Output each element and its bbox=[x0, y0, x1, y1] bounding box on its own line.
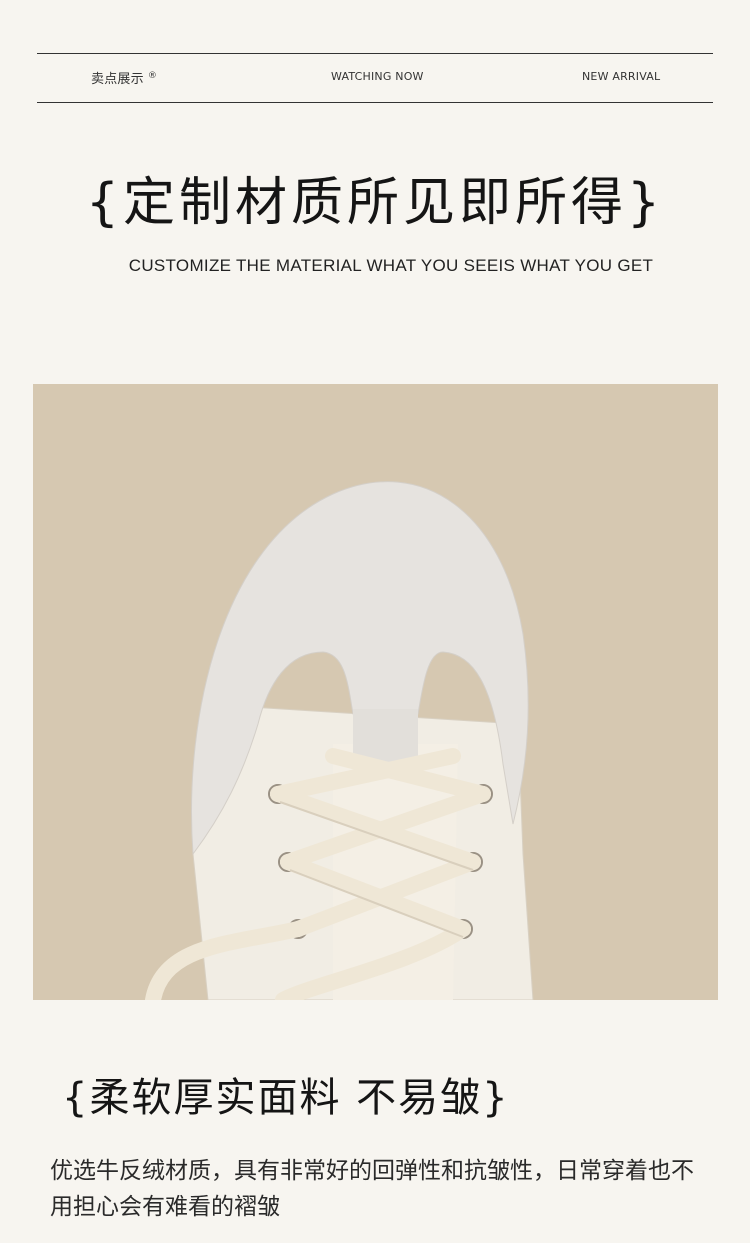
nav-item-selling-points[interactable]: 卖点展示 ® bbox=[91, 68, 157, 87]
product-photo bbox=[33, 384, 718, 1000]
top-rule bbox=[37, 53, 713, 54]
page-title: {定制材质所见即所得} bbox=[85, 173, 665, 233]
page-subtitle: CUSTOMIZE THE MATERIAL WHAT YOU SEEIS WH… bbox=[128, 256, 654, 275]
nav-item-selling-points-label: 卖点展示 bbox=[91, 72, 144, 87]
section-description: 优选牛反绒材质，具有非常好的回弹性和抗皱性，日常穿着也不用担心会有难看的褶皱 bbox=[50, 1158, 694, 1220]
section-title: {柔软厚实面料 不易皱} bbox=[62, 1075, 510, 1121]
nav-item-new-arrival[interactable]: NEW ARRIVAL bbox=[582, 70, 660, 83]
registered-mark: ® bbox=[147, 70, 158, 81]
bottom-rule bbox=[37, 102, 713, 103]
nav-item-watching-now[interactable]: WATCHING NOW bbox=[331, 70, 424, 83]
shoe-illustration bbox=[145, 481, 534, 1000]
